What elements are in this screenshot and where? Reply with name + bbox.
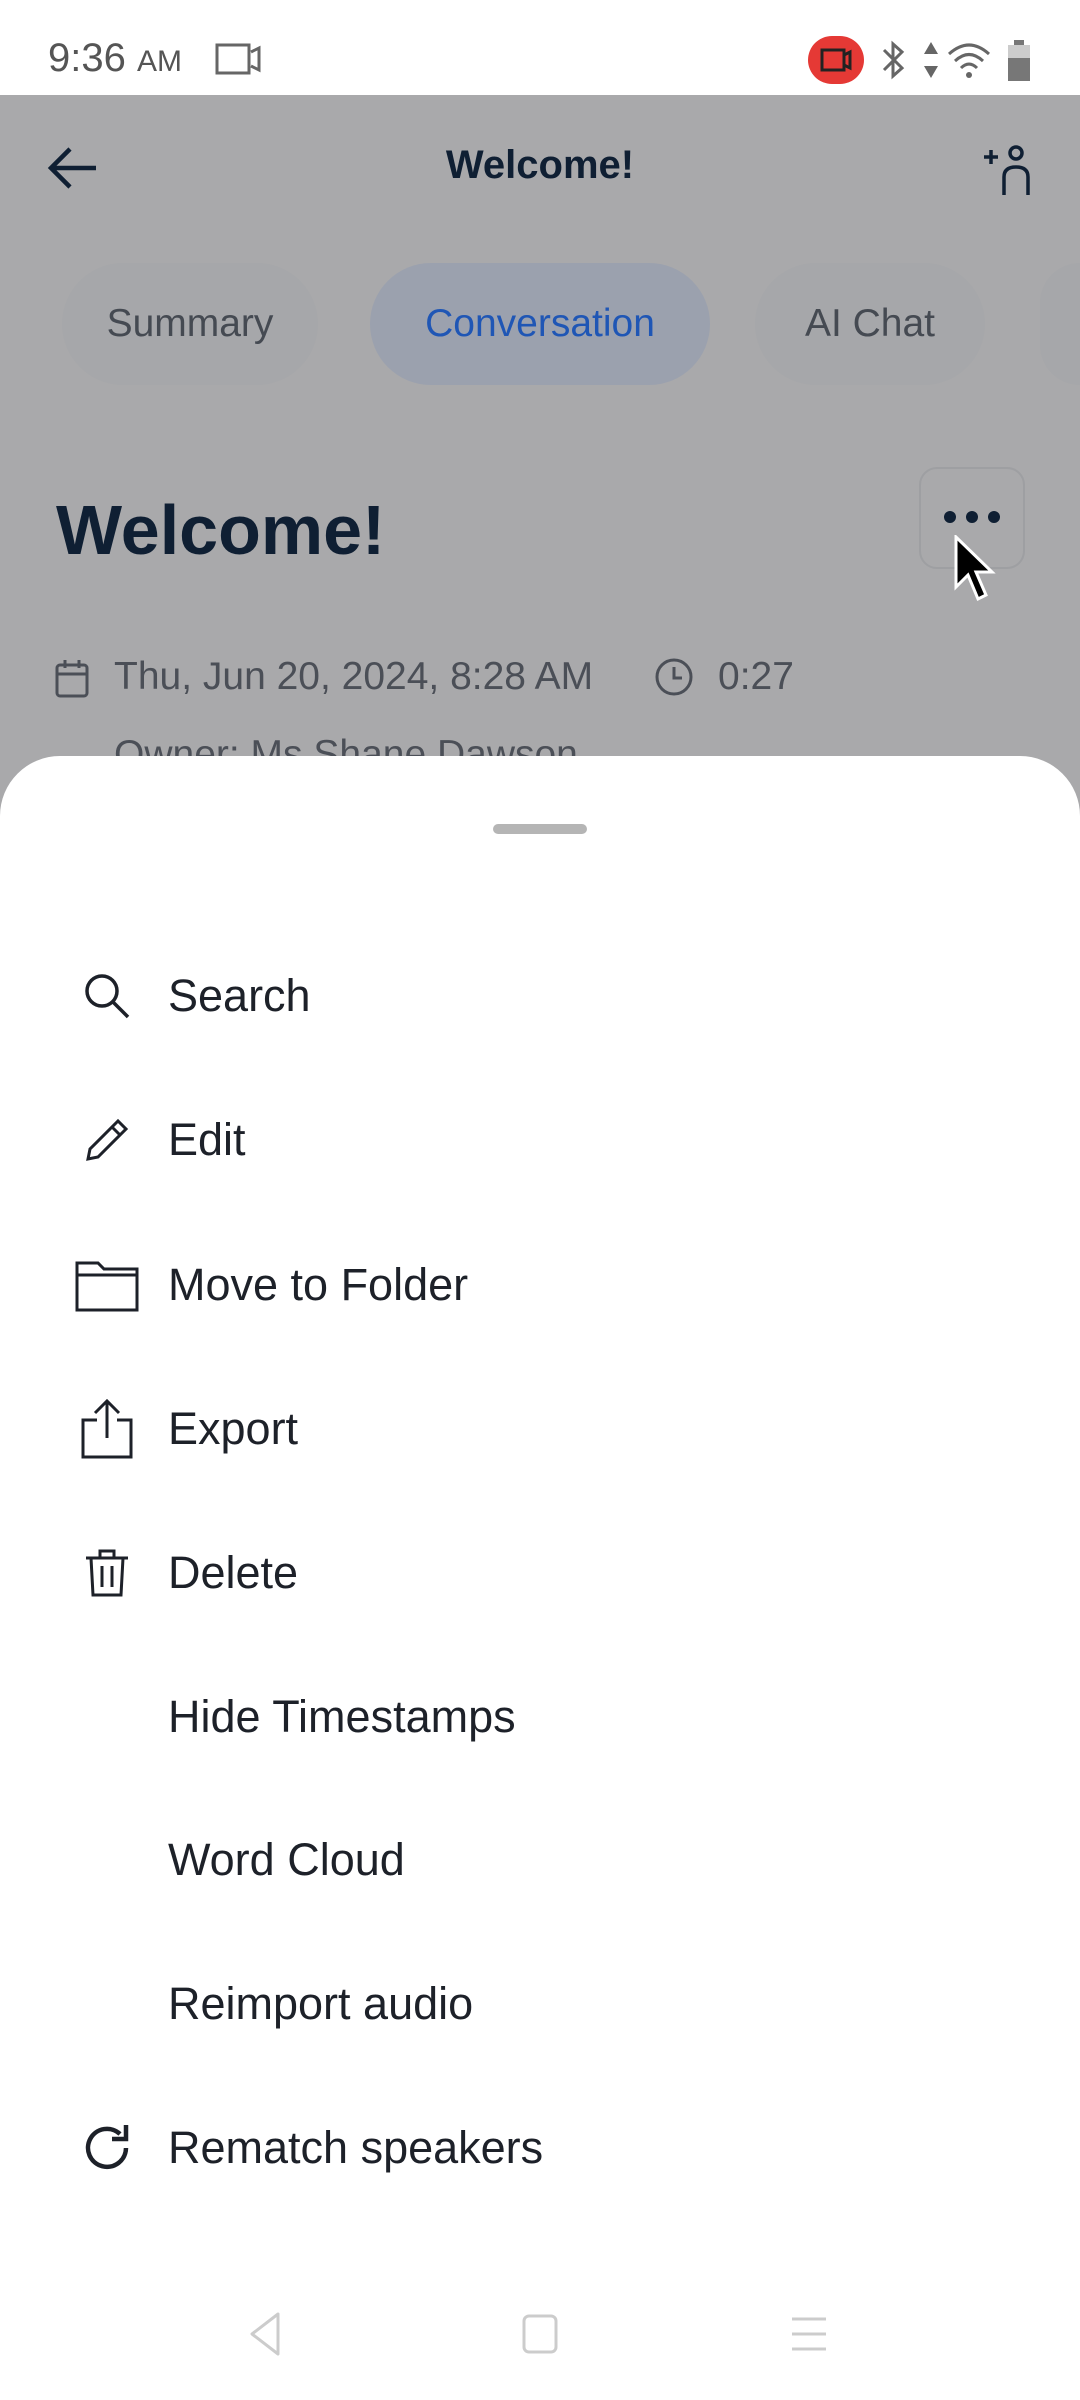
- nav-recents-icon[interactable]: [790, 2316, 828, 2352]
- status-bar: 9:36 AM: [0, 0, 1080, 95]
- drag-handle[interactable]: [493, 824, 587, 834]
- menu-item-move-to-folder[interactable]: Move to Folder: [0, 1220, 1080, 1350]
- tab-next[interactable]: [1040, 263, 1080, 385]
- clock-time: 9:36: [48, 36, 126, 80]
- clock-ampm: AM: [136, 45, 182, 78]
- menu-item-edit[interactable]: Edit: [0, 1075, 1080, 1205]
- menu-item-label: Delete: [168, 1547, 299, 1598]
- header-title: Welcome!: [445, 143, 635, 187]
- nav-home-icon[interactable]: [522, 2314, 558, 2354]
- menu-item-delete[interactable]: Delete: [0, 1508, 1080, 1638]
- tab-summary[interactable]: Summary: [62, 263, 318, 385]
- recording-indicator-icon: [808, 36, 864, 84]
- tab-conversation[interactable]: Conversation: [370, 263, 710, 385]
- data-arrows-icon: [924, 42, 938, 78]
- options-bottom-sheet: Search Edit Move to Folder Export Delete…: [0, 756, 1080, 2400]
- battery-icon: [1008, 40, 1030, 81]
- menu-item-label: Export: [168, 1403, 299, 1454]
- refresh-icon: [74, 2115, 140, 2181]
- menu-item-export[interactable]: Export: [0, 1364, 1080, 1494]
- recording-title: Welcome!: [56, 491, 386, 569]
- menu-item-label: Move to Folder: [168, 1259, 469, 1310]
- menu-item-hide-timestamps[interactable]: Hide Timestamps: [0, 1652, 1080, 1782]
- wifi-icon: [947, 43, 991, 78]
- menu-item-rematch-speakers[interactable]: Rematch speakers: [0, 2083, 1080, 2213]
- trash-icon: [74, 1540, 140, 1606]
- screen-record-icon: [215, 43, 261, 75]
- menu-item-search[interactable]: Search: [0, 931, 1080, 1061]
- clock-icon: [655, 658, 693, 696]
- recording-date: Thu, Jun 20, 2024, 8:28 AM: [114, 655, 594, 698]
- mouse-cursor-icon: [954, 535, 996, 602]
- menu-item-label: Edit: [168, 1114, 246, 1165]
- share-icon: [74, 1396, 140, 1462]
- pencil-icon: [74, 1107, 140, 1173]
- search-icon: [74, 963, 140, 1029]
- bluetooth-icon: [882, 40, 905, 80]
- add-person-icon[interactable]: [982, 143, 1034, 199]
- menu-item-label: Word Cloud: [168, 1834, 405, 1885]
- menu-item-label: Search: [168, 970, 311, 1021]
- folder-icon: [74, 1252, 140, 1318]
- recording-duration: 0:27: [718, 655, 794, 698]
- clock: 9:36 AM: [48, 36, 182, 81]
- menu-item-label: Rematch speakers: [168, 2122, 544, 2173]
- menu-item-label: Reimport audio: [168, 1978, 474, 2029]
- nav-back-icon[interactable]: [248, 2312, 282, 2356]
- menu-item-word-cloud[interactable]: Word Cloud: [0, 1795, 1080, 1925]
- menu-item-reimport-audio[interactable]: Reimport audio: [0, 1939, 1080, 2069]
- menu-item-label: Hide Timestamps: [168, 1691, 516, 1742]
- system-nav-bar: [0, 2280, 1080, 2400]
- tab-ai-chat[interactable]: AI Chat: [755, 263, 985, 385]
- calendar-icon: [55, 660, 89, 698]
